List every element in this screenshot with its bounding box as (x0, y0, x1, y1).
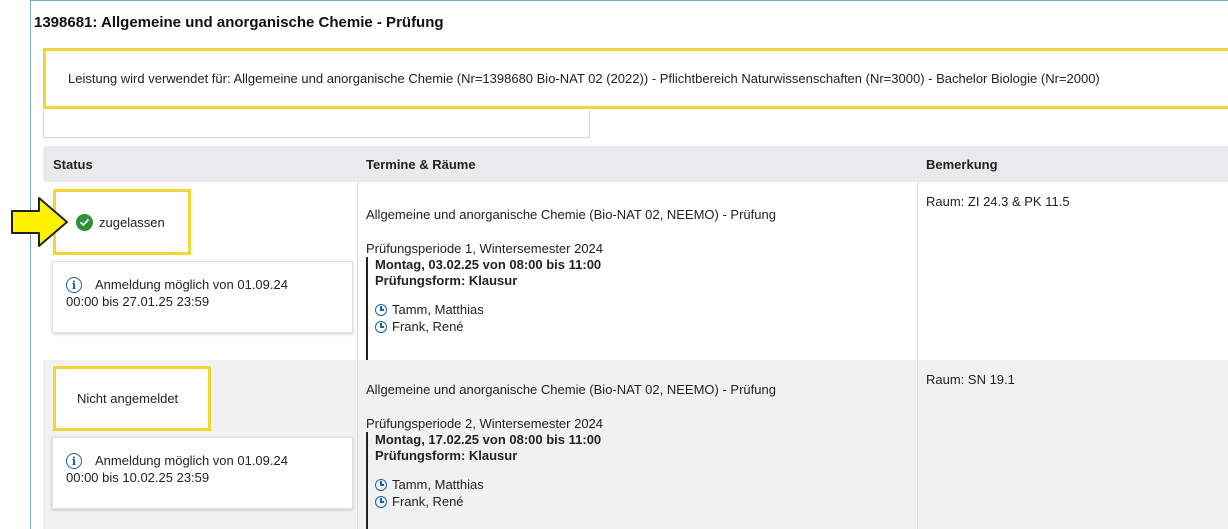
page-title: 1398681: Allgemeine und anorganische Che… (34, 14, 444, 31)
examiner-item[interactable]: Frank, René (375, 318, 601, 335)
usage-text: Leistung wird verwendet für: Allgemeine … (68, 71, 1100, 86)
usage-notice: Leistung wird verwendet für: Allgemeine … (43, 48, 1228, 109)
clock-icon (375, 303, 387, 316)
registration-info-card: i Anmeldung möglich von 01.09.24 00:00 b… (52, 437, 353, 509)
registration-info-text-continued: 00:00 bis 10.02.25 23:59 (66, 470, 210, 485)
column-divider (357, 360, 358, 529)
empty-panel (43, 110, 590, 138)
arrow-pointer-icon (11, 197, 68, 247)
exam-form: Prüfungsform: Klausur (375, 448, 518, 463)
examiner-item[interactable]: Frank, René (375, 493, 601, 510)
remark-text: Raum: ZI 24.3 & PK 11.5 (926, 194, 1070, 209)
info-icon: i (66, 453, 82, 469)
status-label: zugelassen (99, 214, 165, 230)
column-divider (917, 360, 918, 529)
appointment-cell: Allgemeine und anorganische Chemie (Bio-… (366, 382, 906, 529)
exam-details: Montag, 03.02.25 von 08:00 bis 11:00 Prü… (366, 257, 601, 373)
appointment-cell: Allgemeine und anorganische Chemie (Bio-… (366, 207, 906, 373)
examiner-item[interactable]: Tamm, Matthias (375, 476, 601, 493)
registration-info-text-continued: 00:00 bis 27.01.25 23:59 (66, 294, 210, 309)
column-divider (917, 182, 918, 360)
exam-date: Montag, 03.02.25 von 08:00 bis 11:00 (375, 257, 602, 272)
table-header: Status Termine & Räume Bemerkung (43, 146, 1228, 182)
clock-icon (375, 320, 387, 333)
exam-title: Allgemeine und anorganische Chemie (Bio-… (366, 382, 776, 397)
examiner-item[interactable]: Tamm, Matthias (375, 301, 601, 318)
exam-period: Prüfungsperiode 2, Wintersemester 2024 (366, 416, 604, 431)
clock-icon (375, 495, 387, 508)
status-badge: Nicht angemeldet (53, 366, 211, 431)
column-divider (357, 182, 358, 360)
exam-form: Prüfungsform: Klausur (375, 273, 518, 288)
table-row: Nicht angemeldet i Anmeldung möglich von… (43, 360, 1228, 529)
remark-text: Raum: SN 19.1 (926, 372, 1015, 387)
registration-info-text: Anmeldung möglich von 01.09.24 (95, 453, 288, 468)
status-label: Nicht angemeldet (77, 391, 179, 406)
examiner-name: Frank, René (392, 494, 464, 509)
exam-details: Montag, 17.02.25 von 08:00 bis 11:00 Prü… (366, 432, 601, 529)
column-header-status: Status (53, 157, 93, 172)
registration-info-text: Anmeldung möglich von 01.09.24 (95, 277, 288, 292)
column-header-bemerkung: Bemerkung (926, 157, 998, 172)
check-circle-icon (76, 213, 93, 231)
table-row: zugelassen i Anmeldung möglich von 01.09… (43, 182, 1228, 373)
column-header-termine: Termine & Räume (366, 157, 476, 172)
exam-title: Allgemeine und anorganische Chemie (Bio-… (366, 207, 776, 222)
info-icon: i (66, 277, 82, 293)
exam-date: Montag, 17.02.25 von 08:00 bis 11:00 (375, 432, 602, 447)
examiner-name: Frank, René (392, 319, 464, 334)
exam-period: Prüfungsperiode 1, Wintersemester 2024 (366, 241, 604, 256)
status-badge: zugelassen (53, 189, 191, 255)
examiner-name: Tamm, Matthias (392, 302, 484, 317)
clock-icon (375, 478, 387, 491)
examiner-name: Tamm, Matthias (392, 477, 484, 492)
registration-info-card: i Anmeldung möglich von 01.09.24 00:00 b… (52, 261, 353, 333)
